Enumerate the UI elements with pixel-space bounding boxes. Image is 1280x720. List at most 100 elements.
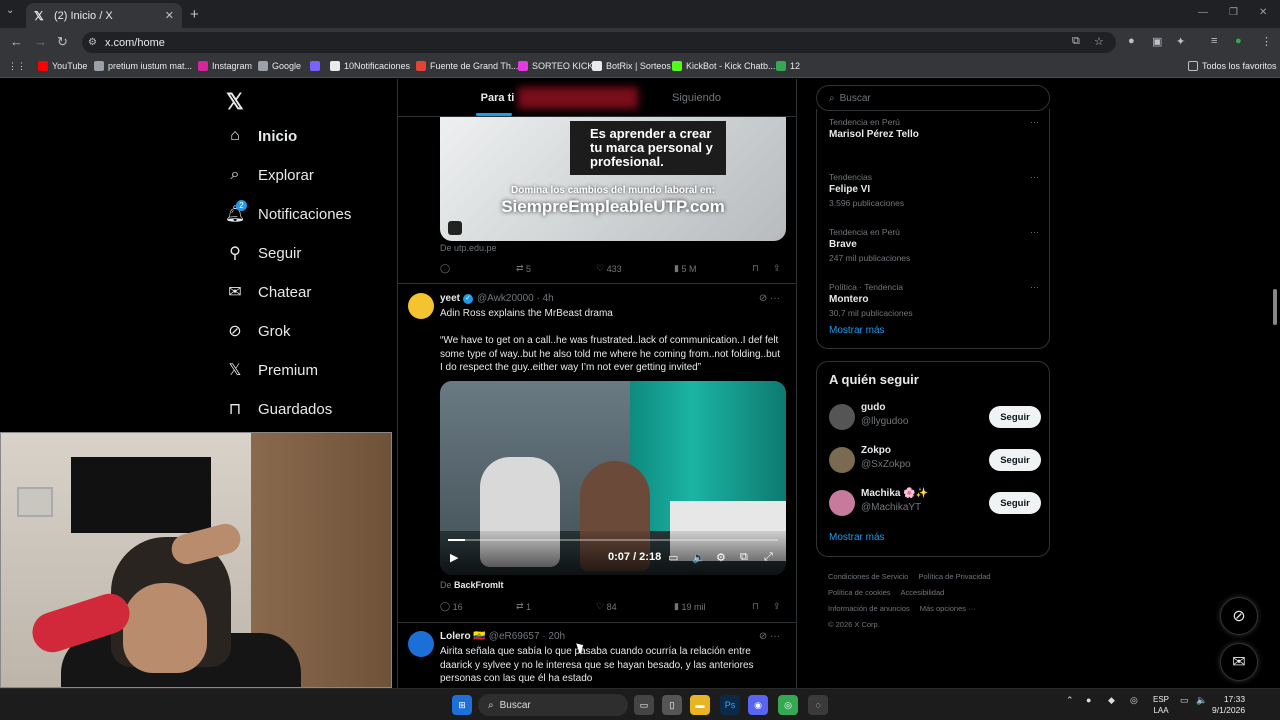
- volume-icon[interactable]: 🔈: [692, 551, 706, 564]
- scrollbar-thumb[interactable]: [1273, 289, 1277, 325]
- views-button[interactable]: ▮ 19 mil: [674, 601, 705, 612]
- nav-item-chatear[interactable]: ✉ Chatear: [226, 283, 311, 302]
- bookmark-icon[interactable]: ⊓: [752, 601, 759, 612]
- messages-fab-icon[interactable]: ✉: [1220, 643, 1258, 681]
- nav-item-premium[interactable]: 𝕏 Premium: [226, 361, 318, 380]
- file-explorer-icon[interactable]: ▬: [690, 695, 710, 715]
- bookmark-item[interactable]: [310, 61, 324, 71]
- extension-icon[interactable]: ●: [1128, 35, 1135, 47]
- footer-link[interactable]: Accesibilidad: [901, 588, 945, 597]
- bookmark-item[interactable]: Instagram: [198, 61, 252, 71]
- author-handle[interactable]: @eR69657 · 20h: [489, 631, 565, 642]
- grok-fab-icon[interactable]: ⊘: [1220, 597, 1258, 635]
- photoshop-icon[interactable]: Ps: [720, 695, 740, 715]
- source-name[interactable]: BackFromIt: [454, 580, 504, 590]
- bookmark-item[interactable]: 10Notificaciones: [330, 61, 410, 71]
- follow-button[interactable]: Seguir: [989, 406, 1041, 428]
- video-source[interactable]: De BackFromIt: [440, 580, 504, 590]
- show-more-trends-link[interactable]: Mostrar más: [829, 325, 885, 336]
- close-window-icon[interactable]: ✕: [1259, 7, 1267, 18]
- play-icon[interactable]: ▶: [450, 551, 458, 564]
- tab-following[interactable]: Siguiendo: [597, 79, 796, 116]
- author-name[interactable]: Lolero 🇪🇨: [440, 631, 486, 642]
- site-info-icon[interactable]: ⚙: [88, 37, 97, 48]
- maximize-icon[interactable]: ❐: [1229, 7, 1238, 18]
- volume-icon[interactable]: 🔈: [1196, 695, 1207, 706]
- video-player[interactable]: ▶ 0:07 / 2:18 ▭ 🔈 ⚙ ⧉ ⤢: [440, 381, 786, 575]
- retweet-button[interactable]: ⇄ 1: [516, 601, 531, 612]
- reply-button[interactable]: ◯ 16: [440, 601, 463, 612]
- forward-icon[interactable]: →: [34, 34, 47, 49]
- footer-link[interactable]: Política de cookies: [828, 588, 891, 597]
- promo-source[interactable]: De utp.edu.pe: [440, 243, 497, 253]
- share-icon[interactable]: ⇪: [773, 263, 781, 274]
- trend-item[interactable]: Política · Tendencia Montero 30,7 mil publ…: [829, 282, 1039, 318]
- more-icon[interactable]: ⊘ ···: [759, 293, 780, 304]
- bookmark-item[interactable]: 12: [776, 61, 800, 71]
- nav-item-inicio[interactable]: ⌂ Inicio: [226, 127, 297, 145]
- nav-item-notificaciones[interactable]: 🔔︎ 2 Notificaciones: [225, 200, 351, 223]
- trend-item[interactable]: Tendencia en Perú Brave 247 mil publicacio…: [829, 227, 1039, 263]
- close-tab-icon[interactable]: ✕: [165, 9, 174, 22]
- nav-item-explorar[interactable]: ⌕ Explorar: [226, 166, 314, 184]
- address-bar[interactable]: ⚙ x.com/home: [82, 32, 1116, 53]
- new-tab-icon[interactable]: +: [190, 6, 199, 23]
- star-icon[interactable]: ☆: [1094, 35, 1104, 48]
- avatar[interactable]: [829, 490, 855, 516]
- trend-item[interactable]: Tendencias Felipe VI 3.596 publicaciones ··…: [829, 172, 1039, 208]
- footer-link[interactable]: Política de Privacidad: [918, 572, 990, 581]
- avatar[interactable]: [408, 293, 434, 319]
- author-name[interactable]: yeet: [440, 293, 460, 304]
- more-icon[interactable]: ···: [1030, 282, 1039, 292]
- bookmark-item[interactable]: Google: [258, 61, 301, 71]
- tab-search-icon[interactable]: ⌄: [6, 5, 22, 21]
- follow-suggestion[interactable]: Zokpo @SxZokpo Seguir: [829, 445, 1041, 475]
- captions-icon[interactable]: ▭: [668, 551, 678, 564]
- app-icon[interactable]: ▯: [662, 695, 682, 715]
- task-view-icon[interactable]: ▭: [634, 695, 654, 715]
- browser-tab[interactable]: 𝕏 (2) Inicio / X ✕: [26, 3, 182, 28]
- media-icon[interactable]: ≡: [1211, 35, 1217, 47]
- bookmark-item[interactable]: Fuente de Grand Th...: [416, 61, 518, 71]
- tray-app-icon[interactable]: ●: [1086, 695, 1091, 705]
- back-icon[interactable]: ←: [10, 34, 23, 49]
- trend-item[interactable]: Tendencia en Perú Marisol Pérez Tello ···: [829, 117, 1039, 143]
- follow-suggestion[interactable]: gudo @llygudoo Seguir: [829, 402, 1041, 432]
- bookmark-item[interactable]: pretium iustum mat...: [94, 61, 192, 71]
- extension-icon[interactable]: ▣: [1152, 35, 1162, 48]
- network-icon[interactable]: ▭: [1180, 695, 1189, 706]
- nav-item-guardados[interactable]: ⊓ Guardados: [226, 400, 332, 419]
- minimize-icon[interactable]: —: [1198, 7, 1208, 18]
- x-logo-icon[interactable]: 𝕏: [226, 89, 244, 115]
- nav-item-seguir[interactable]: ⚲ Seguir: [226, 244, 301, 263]
- more-icon[interactable]: ···: [1030, 227, 1039, 237]
- more-icon[interactable]: ···: [1030, 117, 1039, 127]
- clock[interactable]: 17:33 9/1/2026: [1212, 694, 1245, 716]
- start-icon[interactable]: ⊞: [452, 695, 472, 715]
- footer-link[interactable]: Más opciones ···: [920, 604, 976, 613]
- follow-suggestion[interactable]: Machika 🌸✨ @MachikaYT Seguir: [829, 488, 1041, 518]
- bookmark-item[interactable]: KickBot - Kick Chatb...: [672, 61, 776, 71]
- taskbar-search[interactable]: ⌕ Buscar: [478, 694, 628, 716]
- tray-app-icon[interactable]: ◎: [1130, 695, 1138, 706]
- install-app-icon[interactable]: ⧉: [1072, 35, 1080, 48]
- chrome-icon[interactable]: ◎: [778, 695, 798, 715]
- promo-image[interactable]: Es aprender a crear tu marca personal y …: [440, 117, 786, 241]
- reply-icon[interactable]: ◯: [440, 263, 450, 274]
- all-bookmarks[interactable]: Todos los favoritos: [1188, 61, 1277, 71]
- nav-item-grok[interactable]: ⊘ Grok: [226, 322, 290, 341]
- show-more-follow-link[interactable]: Mostrar más: [829, 532, 885, 543]
- footer-link[interactable]: Condiciones de Servicio: [828, 572, 908, 581]
- tray-app-icon[interactable]: ◆: [1108, 695, 1115, 706]
- retweet-button[interactable]: ⇄ 5: [516, 263, 531, 274]
- discord-icon[interactable]: ◉: [748, 695, 768, 715]
- follow-button[interactable]: Seguir: [989, 492, 1041, 514]
- author-handle[interactable]: @Awk20000 · 4h: [477, 293, 554, 304]
- video-progress-bar[interactable]: [448, 539, 778, 541]
- more-icon[interactable]: ⊘ ···: [759, 631, 780, 642]
- avatar[interactable]: [408, 631, 434, 657]
- pip-icon[interactable]: ⧉: [740, 551, 748, 564]
- input-language[interactable]: ESP LAA: [1153, 694, 1169, 716]
- avatar[interactable]: [829, 404, 855, 430]
- bookmark-icon[interactable]: ⊓: [752, 263, 759, 274]
